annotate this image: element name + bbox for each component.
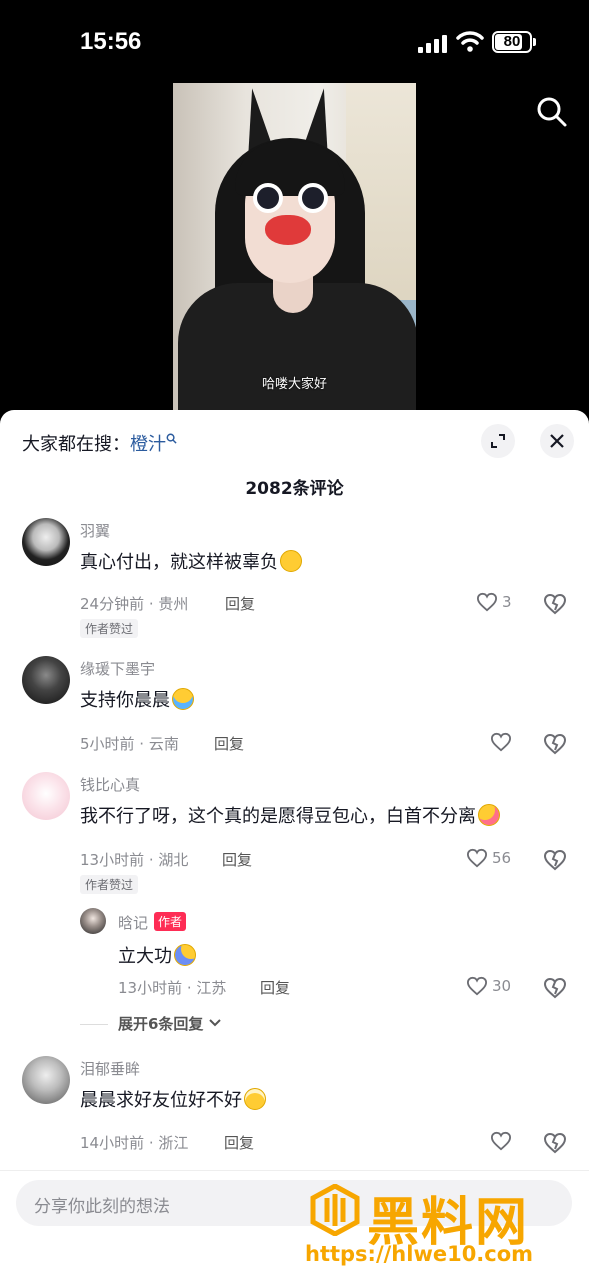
dislike-icon[interactable] xyxy=(543,593,567,615)
watermark-logo-icon xyxy=(310,1184,360,1236)
dislike-icon[interactable] xyxy=(543,849,567,871)
comment-text-content: 支持你晨晨 xyxy=(80,690,170,711)
like-count: 3 xyxy=(502,593,512,611)
comment-text: 我不行了呀，这个真的是愿得豆包心，白首不分离 xyxy=(80,802,500,828)
divider-line xyxy=(80,1024,108,1025)
comment-meta: 5小时前 · 云南 xyxy=(80,735,179,753)
comment-text: 真心付出，就这样被辜负 xyxy=(80,548,302,574)
like-count: 56 xyxy=(492,849,512,867)
reply-avatar[interactable] xyxy=(80,908,106,934)
reply-button[interactable]: 回复 xyxy=(260,977,290,998)
heart-icon xyxy=(490,732,512,752)
chevron-down-icon xyxy=(208,1019,221,1027)
expand-icon xyxy=(491,434,505,448)
divider xyxy=(0,1170,589,1171)
status-time: 15:56 xyxy=(80,28,142,55)
comment-sheet: 大家都在搜：橙汁 2082条评论 羽翼 真心付出，就这样被辜负 24分钟前 · … xyxy=(0,410,589,1280)
reply-button[interactable]: 回复 xyxy=(222,849,252,870)
comment-meta: 14小时前 · 浙江 xyxy=(80,1134,189,1152)
video-eye-left xyxy=(253,183,283,213)
tongue-emoji-icon xyxy=(478,804,500,826)
comment-text-content: 晨晨求好友位好不好 xyxy=(80,1090,242,1111)
heart-icon xyxy=(466,848,488,868)
expand-replies-button[interactable]: 展开6条回复 xyxy=(80,1013,221,1034)
search-icon[interactable] xyxy=(536,96,568,128)
video-player[interactable]: 哈喽大家好 xyxy=(173,83,416,410)
comment-item: 泪郁垂眸 晨晨求好友位好不好 14小时前 · 浙江 回复 xyxy=(0,1056,589,1154)
comment-text: 晨晨求好友位好不好 xyxy=(80,1086,266,1112)
comment-text-content: 我不行了呀，这个真的是愿得豆包心，白首不分离 xyxy=(80,806,476,827)
like-button[interactable] xyxy=(490,732,512,752)
comment-item: 钱比心真 我不行了呀，这个真的是愿得豆包心，白首不分离 13小时前 · 湖北 回… xyxy=(0,772,589,1042)
pleading-emoji-icon xyxy=(244,1088,266,1110)
like-button[interactable] xyxy=(490,1131,512,1151)
like-count: 30 xyxy=(492,977,512,995)
video-subtitle: 哈喽大家好 xyxy=(261,377,327,392)
wifi-icon xyxy=(456,31,484,52)
avatar[interactable] xyxy=(22,518,70,566)
expand-sheet-button[interactable] xyxy=(481,424,515,458)
comment-meta: 13小时前 · 湖北 xyxy=(80,851,189,869)
comment-username[interactable]: 缘瑗下墨宇 xyxy=(80,658,155,679)
signal-icon xyxy=(418,35,450,53)
close-sheet-button[interactable] xyxy=(540,424,574,458)
reply-button[interactable]: 回复 xyxy=(214,733,244,754)
like-button[interactable]: 56 xyxy=(466,848,511,868)
crying-emoji-icon xyxy=(172,688,194,710)
comment-item: 缘瑗下墨宇 支持你晨晨 5小时前 · 云南 回复 xyxy=(0,656,589,755)
search-suggestion[interactable]: 大家都在搜：橙汁 xyxy=(22,430,177,456)
watermark-url: https://hlwe10.com xyxy=(305,1242,534,1266)
watermark: 黑料网 https://hlwe10.com xyxy=(305,1180,585,1276)
status-bar: 15:56 80 xyxy=(0,0,589,80)
reply-text: 立大功 xyxy=(118,942,196,968)
video-mouth xyxy=(265,215,311,245)
heart-icon xyxy=(476,592,498,612)
close-icon xyxy=(550,434,564,448)
smile-emoji-icon xyxy=(280,550,302,572)
search-suggestion-prefix: 大家都在搜： xyxy=(22,434,130,455)
comment-username[interactable]: 泪郁垂眸 xyxy=(80,1058,140,1079)
battery-percentage: 80 xyxy=(503,33,521,50)
comment-meta: 24分钟前 · 贵州 xyxy=(80,595,189,613)
avatar[interactable] xyxy=(22,1056,70,1104)
video-eye-right xyxy=(298,183,328,213)
author-tag: 作者 xyxy=(154,912,187,931)
reply-username-text: 晗记 xyxy=(118,914,149,932)
reply-text-content: 立大功 xyxy=(118,946,172,967)
reply-like-button[interactable]: 30 xyxy=(466,976,511,996)
comment-text-content: 真心付出，就这样被辜负 xyxy=(80,552,278,573)
heart-icon xyxy=(466,976,488,996)
heart-icon xyxy=(490,1131,512,1151)
reply-button[interactable]: 回复 xyxy=(224,1132,254,1153)
reply-username[interactable]: 晗记 作者 xyxy=(118,912,187,933)
reply-button[interactable]: 回复 xyxy=(225,593,255,614)
comment-username[interactable]: 羽翼 xyxy=(80,520,110,541)
comment-count: 2082条评论 xyxy=(245,479,344,499)
hug-emoji-icon xyxy=(174,944,196,966)
search-suggestion-keyword[interactable]: 橙汁 xyxy=(130,434,166,455)
battery-tip xyxy=(533,38,536,46)
comment-item: 羽翼 真心付出，就这样被辜负 24分钟前 · 贵州 回复 3 作者赞过 xyxy=(0,518,589,638)
avatar[interactable] xyxy=(22,656,70,704)
dislike-icon[interactable] xyxy=(543,733,567,755)
author-liked-badge: 作者赞过 xyxy=(80,875,139,894)
avatar[interactable] xyxy=(22,772,70,820)
like-button[interactable]: 3 xyxy=(476,592,512,612)
small-search-icon xyxy=(166,433,177,444)
comment-username[interactable]: 钱比心真 xyxy=(80,774,140,795)
dislike-icon[interactable] xyxy=(543,977,567,999)
comment-text: 支持你晨晨 xyxy=(80,686,194,712)
battery-icon: 80 xyxy=(492,31,532,53)
reply-meta: 13小时前 · 江苏 xyxy=(118,979,227,997)
comment-input-placeholder: 分享你此刻的想法 xyxy=(34,1197,170,1217)
author-liked-badge: 作者赞过 xyxy=(80,619,139,638)
expand-replies-label: 展开6条回复 xyxy=(118,1015,204,1033)
dislike-icon[interactable] xyxy=(543,1132,567,1154)
